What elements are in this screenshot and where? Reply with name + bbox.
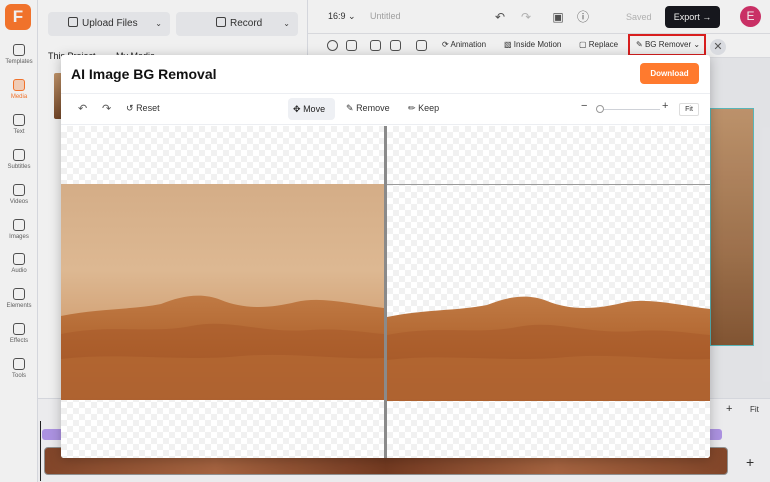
zoom-in-icon[interactable]: +: [662, 100, 668, 112]
reset-label: Reset: [136, 103, 160, 113]
original-desert-image: [61, 184, 384, 400]
zoom-out-icon[interactable]: −: [581, 100, 587, 112]
keep-tool[interactable]: ✏ Keep: [408, 103, 439, 114]
move-tool[interactable]: ✥ Move: [288, 98, 335, 120]
reset-icon: ↺: [126, 103, 134, 113]
brush-icon: ✏: [408, 103, 416, 113]
download-button[interactable]: Download: [640, 63, 699, 84]
dunes-graphic: [61, 295, 384, 400]
keep-label: Keep: [418, 103, 440, 113]
bg-removal-dialog: AI Image BG Removal Download ↶ ↷ ↺ Reset…: [61, 55, 710, 458]
fit-button[interactable]: Fit: [679, 103, 699, 116]
zoom-slider-handle[interactable]: [596, 105, 604, 113]
move-icon: ✥: [293, 104, 301, 114]
dialog-title: AI Image BG Removal: [71, 66, 217, 82]
move-label: Move: [303, 104, 326, 114]
remove-label: Remove: [356, 103, 390, 113]
close-icon[interactable]: ✕: [710, 39, 726, 55]
result-desert-image: [387, 184, 710, 401]
undo-icon[interactable]: ↶: [78, 102, 87, 115]
dunes-cutout-graphic: [387, 296, 710, 401]
original-image-pane[interactable]: [61, 126, 384, 458]
eraser-icon: ✎: [346, 103, 354, 113]
redo-icon[interactable]: ↷: [102, 102, 111, 115]
reset-button[interactable]: ↺ Reset: [126, 103, 160, 114]
dialog-toolbar: ↶ ↷ ↺ Reset ✥ Move ✎ Remove ✏ Keep − + F…: [61, 93, 710, 125]
result-image-pane[interactable]: [387, 126, 710, 458]
zoom-slider[interactable]: [596, 109, 660, 110]
remove-tool[interactable]: ✎ Remove: [346, 103, 390, 114]
